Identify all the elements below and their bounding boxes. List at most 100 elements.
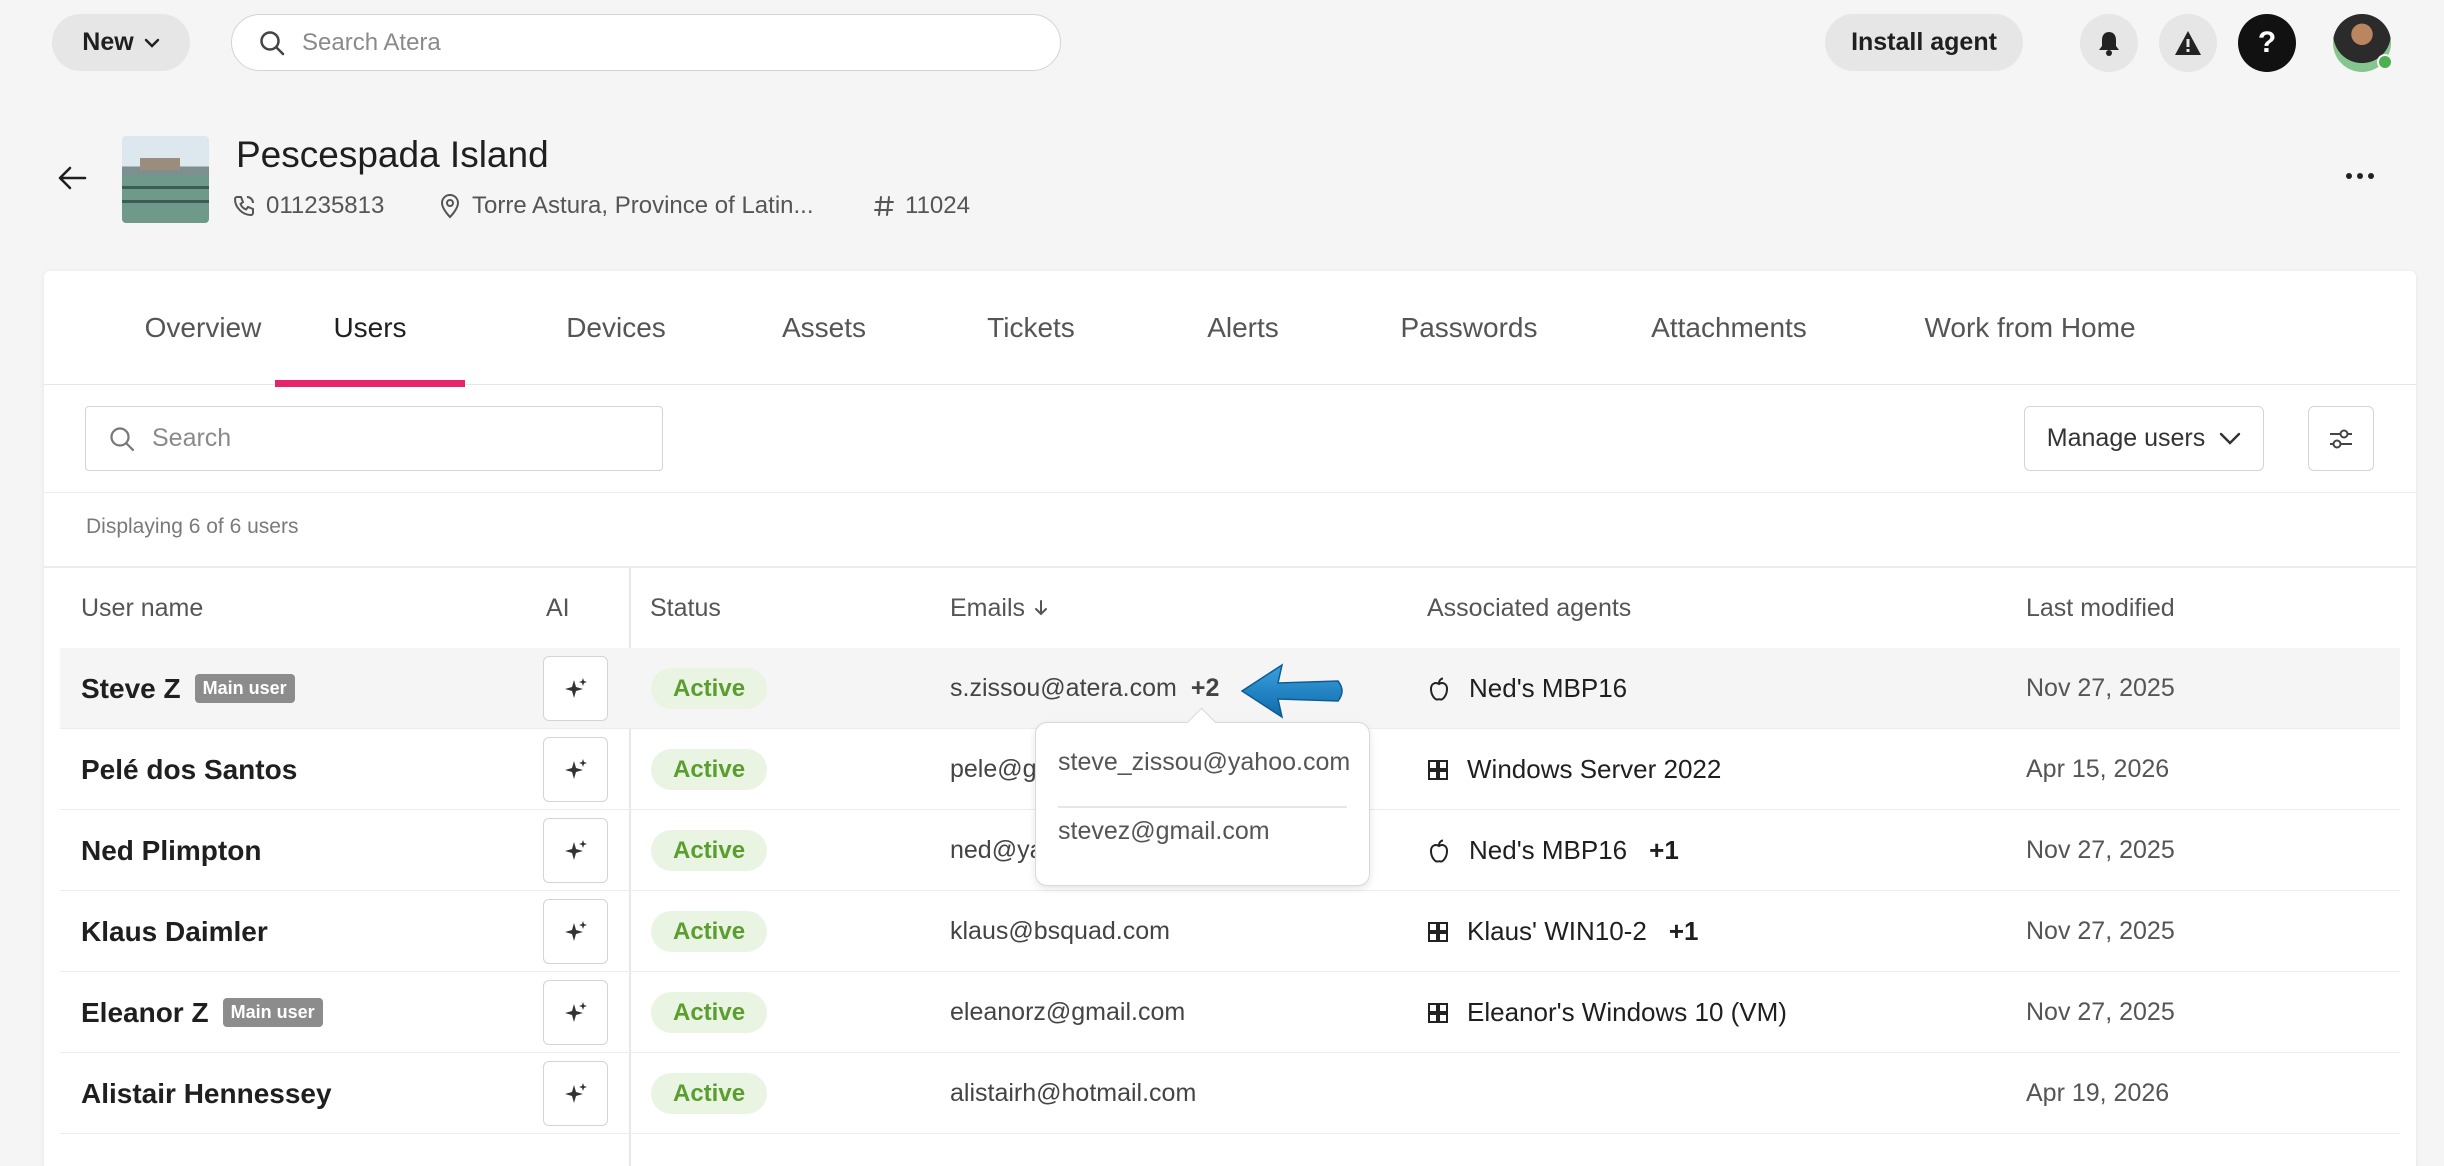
column-header-label: Associated agents <box>1427 593 1632 622</box>
user-name[interactable]: Steve Z <box>81 673 181 705</box>
install-agent-button[interactable]: Install agent <box>1825 14 2023 71</box>
email-cell[interactable]: alistairh@hotmail.com <box>950 1053 1196 1134</box>
notifications-button[interactable] <box>2080 14 2138 72</box>
ai-button[interactable] <box>543 899 608 964</box>
more-emails-count[interactable]: +2 <box>1191 674 1220 703</box>
popover-email-item[interactable]: steve_zissou@yahoo.com <box>1058 748 1350 777</box>
ai-button[interactable] <box>543 818 608 883</box>
global-search-input[interactable]: Search Atera <box>231 14 1061 71</box>
status-badge: Active <box>651 1073 768 1114</box>
email-text: eleanorz@gmail.com <box>950 998 1186 1026</box>
email-cell[interactable]: s.zissou@atera.com +2 <box>950 648 1219 729</box>
agent-cell[interactable]: Ned's MBP16 +1 <box>1427 810 1679 891</box>
email-cell[interactable]: ned@ya <box>950 810 1044 891</box>
column-header-user-name[interactable]: User name <box>81 567 203 649</box>
user-avatar[interactable] <box>2333 14 2393 72</box>
table-row[interactable]: Alistair Hennessey Active alistairh@hotmai… <box>60 1053 2400 1134</box>
sort-down-icon <box>1035 600 1048 616</box>
windows-icon <box>1428 759 1448 780</box>
user-name[interactable]: Ned Plimpton <box>81 835 261 867</box>
search-icon <box>260 30 285 55</box>
apple-icon <box>1429 677 1449 700</box>
column-header-ai: AI <box>546 567 570 649</box>
tab-users[interactable]: Users <box>275 271 465 387</box>
column-header-last-modified[interactable]: Last modified <box>2026 567 2175 649</box>
ai-button[interactable] <box>543 737 608 802</box>
warning-icon <box>2175 31 2201 55</box>
user-name-cell[interactable]: Ned Plimpton <box>81 810 261 891</box>
column-header-associated-agents[interactable]: Associated agents <box>1427 567 1631 649</box>
agent-cell[interactable]: Windows Server 2022 <box>1427 729 1721 810</box>
customer-id-text: 11024 <box>905 192 970 219</box>
manage-users-dropdown[interactable]: Manage users <box>2024 406 2264 471</box>
more-dot <box>2368 173 2374 179</box>
column-header-emails[interactable]: Emails <box>950 567 1049 649</box>
help-button[interactable]: ? <box>2238 14 2296 72</box>
hash-icon <box>874 196 894 216</box>
more-agents-count[interactable]: +1 <box>1669 916 1699 947</box>
users-search-placeholder: Search <box>152 424 232 452</box>
customer-name: Pescespada Island <box>236 134 549 175</box>
email-popover: steve_zissou@yahoo.com stevez@gmail.com <box>1035 722 1370 886</box>
tab-bar: Overview Users Devices Assets Tickets Al… <box>44 271 2416 387</box>
table-row[interactable]: Steve Z Main user Active s.zissou@atera.com… <box>60 648 2400 729</box>
email-cell[interactable]: eleanorz@gmail.com <box>950 972 1185 1053</box>
windows-icon <box>1428 1002 1448 1023</box>
user-name-cell[interactable]: Pelé dos Santos <box>81 729 297 810</box>
customer-phone-text: 011235813 <box>266 192 385 219</box>
windows-icon <box>1428 921 1448 942</box>
column-header-label: AI <box>546 593 570 622</box>
tab-devices[interactable]: Devices <box>509 271 723 385</box>
column-settings-button[interactable] <box>2308 406 2374 471</box>
sliders-icon <box>2330 429 2352 448</box>
user-name-cell[interactable]: Klaus Daimler <box>81 891 268 972</box>
last-modified: Nov 27, 2025 <box>2026 917 2175 945</box>
agent-name: Ned's MBP16 <box>1469 673 1628 703</box>
tab-assets[interactable]: Assets <box>722 271 926 385</box>
alerts-button[interactable] <box>2159 14 2217 72</box>
more-agents-count[interactable]: +1 <box>1649 835 1679 866</box>
column-header-status[interactable]: Status <box>650 567 721 649</box>
tab-alerts[interactable]: Alerts <box>1140 271 1346 385</box>
user-name-cell[interactable]: Alistair Hennessey <box>81 1053 332 1134</box>
tab-tickets[interactable]: Tickets <box>920 271 1142 385</box>
top-bar: New Search Atera Install agent ? <box>0 0 2444 86</box>
agent-cell[interactable]: Ned's MBP16 <box>1427 648 1627 729</box>
column-header-label: Status <box>650 593 721 622</box>
status-badge: Active <box>651 992 768 1033</box>
customer-phone: 011235813 <box>232 192 384 220</box>
user-name[interactable]: Klaus Daimler <box>81 916 268 948</box>
table-row[interactable]: Eleanor Z Main user Active eleanorz@gmail.c… <box>60 972 2400 1053</box>
tab-attachments[interactable]: Attachments <box>1584 271 1874 385</box>
ai-button[interactable] <box>543 1061 608 1126</box>
user-name[interactable]: Eleanor Z <box>81 997 209 1029</box>
table-row[interactable]: Klaus Daimler Active klaus@bsquad.com Klaus… <box>60 891 2400 972</box>
ai-button[interactable] <box>543 656 608 721</box>
ai-sparkle-icon <box>564 758 587 779</box>
user-name[interactable]: Pelé dos Santos <box>81 754 297 786</box>
tab-passwords[interactable]: Passwords <box>1334 271 1604 385</box>
tab-work-from-home[interactable]: Work from Home <box>1860 271 2200 385</box>
email-text: s.zissou@atera.com <box>950 674 1177 702</box>
user-name-cell[interactable]: Eleanor Z Main user <box>81 972 323 1053</box>
agent-name: Eleanor's Windows 10 (VM) <box>1467 997 1787 1027</box>
ai-button[interactable] <box>543 980 608 1045</box>
status-badge: Active <box>651 749 768 790</box>
ai-sparkle-icon <box>564 839 587 860</box>
more-options-button[interactable] <box>2340 160 2380 192</box>
back-button[interactable] <box>54 160 90 196</box>
table-header: User name AI Status Emails Associated ag… <box>60 567 2400 649</box>
user-name-cell[interactable]: Steve Z Main user <box>81 648 295 729</box>
email-cell[interactable]: klaus@bsquad.com <box>950 891 1170 972</box>
ai-sparkle-icon <box>564 677 587 698</box>
agent-cell[interactable]: Klaus' WIN10-2 +1 <box>1427 891 1698 972</box>
users-search-input[interactable]: Search <box>85 406 663 471</box>
column-header-label: Last modified <box>2026 593 2175 622</box>
popover-email-item[interactable]: stevez@gmail.com <box>1058 817 1270 846</box>
new-button-label: New <box>82 28 134 56</box>
new-button[interactable]: New <box>52 14 190 71</box>
user-name[interactable]: Alistair Hennessey <box>81 1078 332 1110</box>
bell-icon <box>2099 32 2119 56</box>
phone-icon <box>233 196 254 217</box>
agent-cell[interactable]: Eleanor's Windows 10 (VM) <box>1427 972 1787 1053</box>
